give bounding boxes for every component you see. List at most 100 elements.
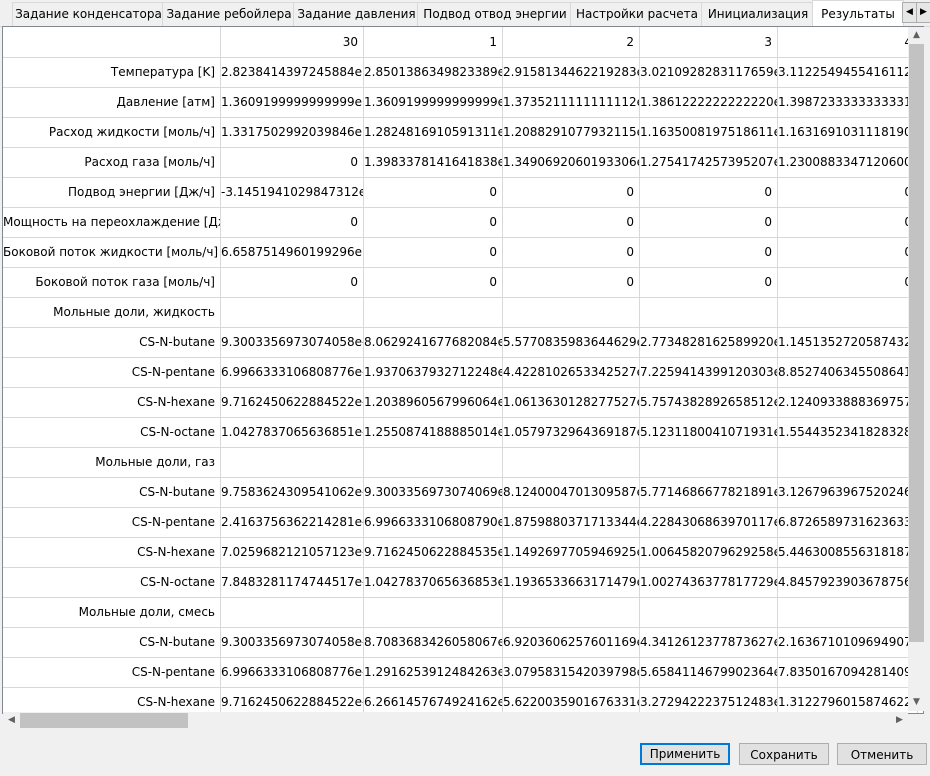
table-cell[interactable]: 5.7574382892658512e-05 — [640, 387, 778, 417]
table-cell[interactable]: 0 — [221, 147, 364, 177]
table-cell[interactable]: 2.9158134462219283e+02 — [503, 57, 640, 87]
table-cell[interactable]: 1.1631691031118190e+05 — [778, 117, 918, 147]
table-cell[interactable]: 4.4228102653342527e-01 — [503, 357, 640, 387]
table-cell[interactable]: 7.8350167094281409e-01 — [778, 657, 918, 687]
table-cell[interactable] — [640, 597, 778, 627]
table-cell[interactable]: 2.1636710109694907e-01 — [778, 627, 918, 657]
table-cell[interactable]: 0 — [778, 237, 918, 267]
scroll-up-arrow-icon[interactable]: ▲ — [908, 27, 925, 44]
table-cell[interactable]: 7.2259414399120303e-01 — [640, 357, 778, 387]
table-cell[interactable] — [221, 447, 364, 477]
scroll-left-arrow-icon[interactable]: ◀ — [3, 712, 20, 729]
table-cell[interactable]: 1.1492697705946925e-06 — [503, 537, 640, 567]
table-cell[interactable]: 1.1635008197518611e+05 — [640, 117, 778, 147]
table-cell[interactable] — [778, 447, 918, 477]
vertical-scroll-thumb[interactable] — [909, 44, 924, 642]
table-cell[interactable]: 0 — [778, 207, 918, 237]
table-cell[interactable]: 1.9370637932712248e-01 — [364, 357, 503, 387]
table-cell[interactable]: 1.0613630128277527e-05 — [503, 387, 640, 417]
table-cell[interactable]: 1.2824816910591311e+05 — [364, 117, 503, 147]
table-cell[interactable]: 0 — [778, 177, 918, 207]
tab-6[interactable]: Результаты — [812, 0, 904, 27]
horizontal-scrollbar[interactable]: ◀ ▶ — [3, 712, 908, 729]
table-cell[interactable]: 8.7083683426058067e-01 — [364, 627, 503, 657]
vertical-scrollbar[interactable]: ▲ ▼ — [908, 27, 925, 711]
table-cell[interactable] — [364, 597, 503, 627]
table-cell[interactable]: 0 — [778, 267, 918, 297]
cancel-button[interactable]: Отменить — [837, 743, 927, 765]
table-cell[interactable]: 6.9203606257601169e-01 — [503, 627, 640, 657]
table-cell[interactable]: 2.4163756362214281e-02 — [221, 507, 364, 537]
table-cell[interactable]: 1.2916253912484263e-01 — [364, 657, 503, 687]
apply-button[interactable]: Применить — [640, 743, 730, 765]
table-cell[interactable]: 0 — [640, 177, 778, 207]
table-cell[interactable]: 1.3987233333333331e+00 — [778, 87, 918, 117]
save-button[interactable]: Сохранить — [739, 743, 829, 765]
tab-scroll-right-button[interactable]: ▶ — [916, 2, 930, 23]
table-cell[interactable] — [364, 297, 503, 327]
table-cell[interactable]: 1.3317502992039846e+05 — [221, 117, 364, 147]
scroll-down-arrow-icon[interactable]: ▼ — [908, 694, 925, 711]
table-cell[interactable]: 0 — [503, 177, 640, 207]
horizontal-scroll-thumb[interactable] — [20, 713, 188, 728]
table-cell[interactable]: 6.2661457674924162e-07 — [364, 687, 503, 713]
table-cell[interactable]: 1.3735211111111112e+00 — [503, 87, 640, 117]
table-cell[interactable]: 1.3609199999999999e+00 — [364, 87, 503, 117]
tab-5[interactable]: Инициализация — [701, 2, 815, 26]
table-cell[interactable]: -3.1451941029847312e+09 — [221, 177, 364, 207]
table-cell[interactable]: 0 — [364, 237, 503, 267]
table-cell[interactable]: 1.3122796015874622e-04 — [778, 687, 918, 713]
table-cell[interactable]: 4.8457923903678756e-15 — [778, 567, 918, 597]
table-cell[interactable]: 5.6584114679902364e-01 — [640, 657, 778, 687]
tab-3[interactable]: Подвод отвод энергии — [417, 2, 573, 26]
table-cell[interactable] — [503, 597, 640, 627]
table-cell[interactable]: 9.3003356973074058e-01 — [221, 327, 364, 357]
table-cell[interactable]: 7.0259682121057123e-09 — [221, 537, 364, 567]
tab-2[interactable]: Задание давления — [293, 2, 420, 26]
tab-scroll-left-button[interactable]: ◀ — [902, 2, 917, 23]
table-cell[interactable]: 3.0795831542039798e-01 — [503, 657, 640, 687]
table-cell[interactable]: 4.2284306863970117e-01 — [640, 507, 778, 537]
table-cell[interactable]: 6.9966333106808790e-02 — [364, 507, 503, 537]
table-cell[interactable]: 5.5770835983644629e-01 — [503, 327, 640, 357]
table-cell[interactable]: 1.2038960567996064e-06 — [364, 387, 503, 417]
tab-4[interactable]: Настройки расчета — [570, 2, 704, 26]
table-cell[interactable]: 0 — [364, 207, 503, 237]
table-cell[interactable]: 0 — [364, 267, 503, 297]
table-cell[interactable]: 2.8238414397245884e+02 — [221, 57, 364, 87]
table-cell[interactable]: 6.6587514960199296e+03 — [221, 237, 364, 267]
table-cell[interactable]: 0 — [640, 237, 778, 267]
table-cell[interactable]: 5.4463008556318187e-05 — [778, 537, 918, 567]
table-cell[interactable]: 1.2088291077932115e+05 — [503, 117, 640, 147]
table-cell[interactable]: 0 — [221, 267, 364, 297]
table-cell[interactable]: 0 — [503, 267, 640, 297]
table-cell[interactable]: 9.3003356973074069e-01 — [364, 477, 503, 507]
table-cell[interactable]: 1.2550874188885014e-18 — [364, 417, 503, 447]
table-cell[interactable]: 0 — [503, 237, 640, 267]
table-cell[interactable] — [778, 597, 918, 627]
table-cell[interactable]: 8.0629241677682084e-01 — [364, 327, 503, 357]
table-cell[interactable]: 1.0064582079629258e-05 — [640, 537, 778, 567]
table-cell[interactable]: 5.6220035901676331e-06 — [503, 687, 640, 713]
table-cell[interactable]: 5.7714686677821891e-01 — [640, 477, 778, 507]
table-cell[interactable]: 6.9966333106808776e-02 — [221, 357, 364, 387]
table-cell[interactable]: 5.1231180041071931e-15 — [640, 417, 778, 447]
table-cell[interactable]: 9.7162450622884522e-08 — [221, 387, 364, 417]
table-cell[interactable]: 3.0210928283117659e+02 — [640, 57, 778, 87]
table-cell[interactable]: 2.8501386349823389e+02 — [364, 57, 503, 87]
table-cell[interactable]: 9.7162450622884522e-08 — [221, 687, 364, 713]
table-cell[interactable]: 1.3983378141641838e+05 — [364, 147, 503, 177]
tab-0[interactable]: Задание конденсатора — [12, 2, 165, 26]
table-cell[interactable]: 9.3003356973074058e-01 — [221, 627, 364, 657]
table-cell[interactable] — [221, 597, 364, 627]
table-cell[interactable]: 8.8527406345508641e-01 — [778, 357, 918, 387]
table-cell[interactable]: 1.0027436377817729e-16 — [640, 567, 778, 597]
table-cell[interactable] — [364, 447, 503, 477]
table-cell[interactable] — [640, 447, 778, 477]
table-cell[interactable]: 1.3609199999999999e+00 — [221, 87, 364, 117]
table-cell[interactable]: 8.1240004701309587e-01 — [503, 477, 640, 507]
table-cell[interactable]: 0 — [364, 177, 503, 207]
table-cell[interactable]: 1.1451352720587432e-01 — [778, 327, 918, 357]
table-cell[interactable]: 1.2300883347120600e+05 — [778, 147, 918, 177]
table-cell[interactable]: 9.7162450622884535e-08 — [364, 537, 503, 567]
